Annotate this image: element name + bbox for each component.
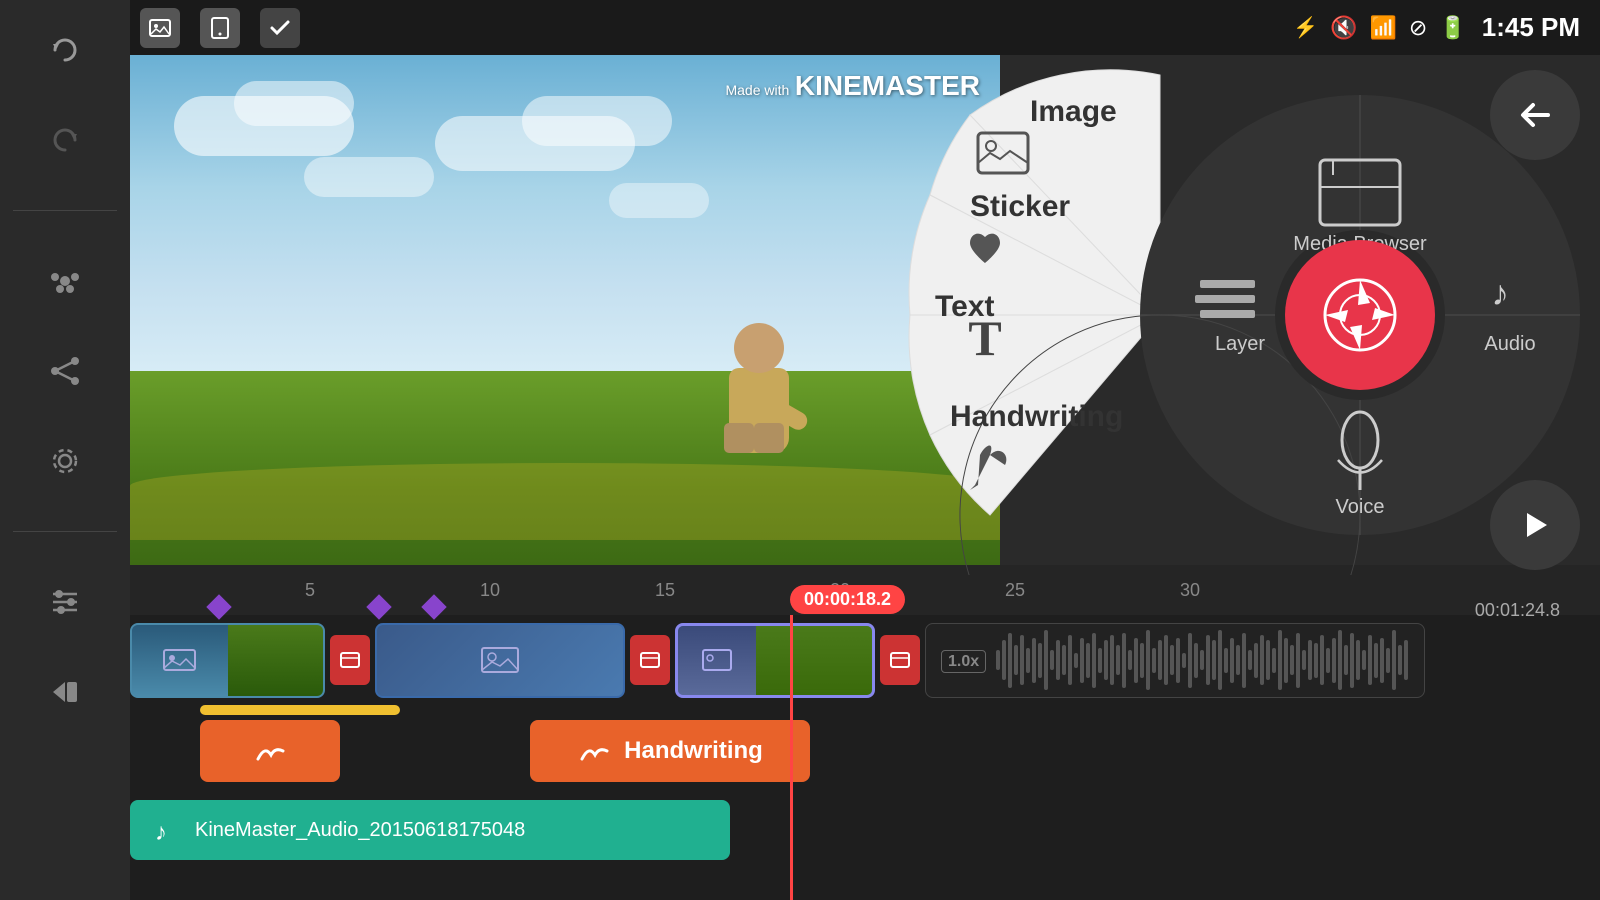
handwriting-clip-label: Handwriting (624, 737, 763, 765)
timeline-tracks: 1.0x (130, 615, 1600, 900)
svg-text:♪: ♪ (1491, 274, 1509, 313)
svg-text:♪: ♪ (155, 819, 167, 845)
audio-track[interactable]: ♪ KineMaster_Audio_20150618175048 (130, 800, 730, 860)
redo-button[interactable] (35, 110, 95, 170)
voice-label: Voice (1336, 496, 1385, 518)
battery-icon: 🔋 (1439, 15, 1466, 41)
handwriting-clip-2[interactable]: Handwriting (530, 720, 810, 782)
person (709, 323, 809, 453)
ruler-mark-30: 30 (1180, 580, 1200, 601)
watermark-made-with: Made with (725, 82, 789, 98)
handwriting-track: Handwriting (200, 720, 810, 782)
image-label: Image (1030, 95, 1117, 129)
cloud-6 (609, 183, 709, 218)
video-track: 1.0x (130, 620, 1425, 700)
audio-track-label: KineMaster_Audio_20150618175048 (195, 819, 525, 842)
clip-connector-3[interactable] (880, 635, 920, 685)
progress-bar (200, 705, 400, 715)
timeline: 5 10 15 20 25 30 00:00:18.2 00:01:24.8 (130, 565, 1600, 900)
current-time-indicator: 00:00:18.2 (790, 585, 905, 614)
sidebar-divider-2 (13, 531, 117, 532)
ban-icon: ⊘ (1409, 15, 1427, 41)
cloud-4 (522, 96, 672, 146)
rewind-button[interactable] (35, 662, 95, 722)
check-app-icon[interactable] (260, 8, 300, 48)
sticker-label: Sticker (970, 190, 1070, 224)
ruler-mark-5: 5 (305, 580, 315, 601)
radial-menu-container: Media Browser ♪ Audio Voice Layer (870, 55, 1600, 575)
watermark-appname: KINE (795, 70, 862, 101)
handwriting-label: Handwriting (950, 400, 1123, 434)
mute-icon: 🔇 (1330, 15, 1357, 41)
ruler-mark-15: 15 (655, 580, 675, 601)
video-clip-3[interactable] (675, 623, 875, 698)
handwriting-clip-1[interactable] (200, 720, 340, 782)
speed-label: 1.0x (941, 650, 986, 671)
bluetooth-icon: ⚡ (1293, 15, 1318, 40)
clip-connector-1[interactable] (330, 635, 370, 685)
settings-button[interactable] (35, 431, 95, 491)
time-cursor-line (790, 615, 793, 900)
video-clip-2[interactable] (375, 623, 625, 698)
text-label: Text (935, 290, 994, 324)
video-clip-1[interactable] (130, 623, 325, 698)
undo-button[interactable] (35, 20, 95, 80)
left-sidebar (0, 0, 130, 900)
ruler-mark-10: 10 (480, 580, 500, 601)
wifi-icon: 📶 (1369, 15, 1396, 41)
photo-app-icon[interactable] (140, 8, 180, 48)
video-clip-long[interactable]: 1.0x (925, 623, 1425, 698)
status-icons: ⚡ 🔇 📶 ⊘ 🔋 (1293, 15, 1467, 41)
share-button[interactable] (35, 341, 95, 401)
clip-connector-2[interactable] (630, 635, 670, 685)
status-bar: ⚡ 🔇 📶 ⊘ 🔋 1:45 PM (130, 0, 1600, 55)
top-left-icons (130, 0, 300, 55)
ruler-mark-25: 25 (1005, 580, 1025, 601)
time-display: 1:45 PM (1482, 12, 1580, 43)
adjust-button[interactable] (35, 572, 95, 632)
cloud-5 (304, 157, 434, 197)
audio-label: Audio (1484, 333, 1535, 355)
cloud-2 (234, 81, 354, 126)
back-button[interactable] (1490, 70, 1580, 160)
effects-button[interactable] (35, 251, 95, 311)
tablet-app-icon[interactable] (200, 8, 240, 48)
sidebar-divider-1 (13, 210, 117, 211)
layer-label: Layer (1215, 333, 1265, 355)
play-button[interactable] (1490, 480, 1580, 570)
